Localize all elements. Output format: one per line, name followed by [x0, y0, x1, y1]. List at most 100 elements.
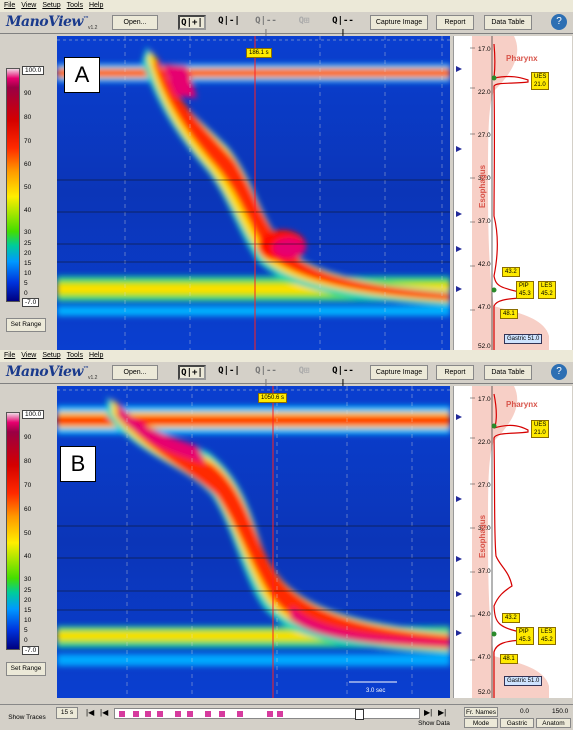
- set-range-button[interactable]: Set Range: [6, 662, 46, 676]
- interval-button[interactable]: 15 s: [56, 707, 78, 719]
- menu-file[interactable]: File: [4, 0, 15, 12]
- zoom-box-icon[interactable]: Q⊞: [292, 15, 316, 30]
- event-marker[interactable]: [187, 711, 193, 717]
- anatomy-sidebar: 17.0 22.0 27.0 32.0 37.0 42.0 47.0 52.0 …: [453, 386, 572, 698]
- event-marker[interactable]: [219, 711, 225, 717]
- panel-label: A: [64, 57, 100, 93]
- timeline-track[interactable]: [114, 708, 420, 720]
- event-marker[interactable]: [205, 711, 211, 717]
- color-scale-tick: 80: [24, 458, 32, 465]
- ues-marker[interactable]: UES 21.0: [531, 72, 550, 90]
- pressure-topography-plot[interactable]: [57, 386, 450, 698]
- zoom-fit-icon[interactable]: Q|--|: [330, 15, 356, 39]
- color-scale-max[interactable]: 100.0: [22, 66, 45, 75]
- depth-label: 42.0: [478, 611, 491, 618]
- color-scale-tick: 20: [24, 597, 32, 604]
- color-scale-tick: 60: [24, 161, 32, 168]
- next-frame-icon[interactable]: ▶|: [424, 708, 432, 718]
- zoom-range-icon[interactable]: Q|--|: [253, 15, 279, 39]
- menu-help[interactable]: Help: [89, 350, 103, 362]
- time-cursor-label[interactable]: 1050.6 s: [258, 393, 288, 403]
- gastric-button[interactable]: Gastric: [500, 718, 534, 728]
- zoom-fit-icon[interactable]: Q|--|: [330, 365, 356, 389]
- data-table-button[interactable]: Data Table: [484, 15, 532, 30]
- event-marker[interactable]: [277, 711, 283, 717]
- show-traces-button[interactable]: Show Traces: [6, 713, 48, 725]
- event-marker[interactable]: [267, 711, 273, 717]
- color-scale-min[interactable]: -7.0: [22, 298, 40, 307]
- menu-help[interactable]: Help: [89, 0, 103, 12]
- color-scale-tick: 30: [24, 576, 32, 583]
- menu-tools[interactable]: Tools: [67, 350, 83, 362]
- event-marker[interactable]: [133, 711, 139, 717]
- les-marker[interactable]: LES 45.2: [538, 281, 556, 299]
- color-scale-tick: 25: [24, 587, 32, 594]
- set-range-button[interactable]: Set Range: [6, 318, 46, 332]
- depth-label: 17.0: [478, 396, 491, 403]
- color-scale-tick: 5: [24, 280, 28, 287]
- app-logo: ManoView™: [6, 364, 89, 380]
- depth-label: 52.0: [478, 689, 491, 696]
- color-scale-tick: 50: [24, 530, 32, 537]
- pressure-topography-plot[interactable]: [57, 36, 450, 350]
- help-icon[interactable]: ?: [551, 364, 567, 380]
- color-scale-max[interactable]: 100.0: [22, 410, 45, 419]
- les-marker[interactable]: LES 45.2: [538, 627, 556, 645]
- event-marker[interactable]: [175, 711, 181, 717]
- color-scale-tick: 40: [24, 553, 32, 560]
- mode-button[interactable]: Mode: [464, 718, 498, 728]
- capture-image-button[interactable]: Capture Image: [370, 365, 428, 380]
- timeline-thumb[interactable]: [355, 709, 364, 720]
- capture-image-button[interactable]: Capture Image: [370, 15, 428, 30]
- zoom-out-icon[interactable]: Q|-|: [217, 365, 241, 380]
- menu-view[interactable]: View: [21, 350, 36, 362]
- value-marker[interactable]: 43.2: [502, 267, 520, 277]
- first-frame-icon[interactable]: |◀: [86, 708, 94, 718]
- value-marker[interactable]: 48.1: [500, 654, 518, 664]
- menu-setup[interactable]: Setup: [42, 0, 60, 12]
- open-button[interactable]: Open...: [112, 365, 158, 380]
- report-button[interactable]: Report: [436, 365, 474, 380]
- menu-tools[interactable]: Tools: [67, 0, 83, 12]
- panel-a: File View Setup Tools Help ManoView™ v1.…: [0, 0, 573, 350]
- depth-label: 37.0: [478, 568, 491, 575]
- zoom-in-icon[interactable]: Q|+|: [178, 15, 206, 30]
- value-marker[interactable]: 43.2: [502, 613, 520, 623]
- event-marker[interactable]: [157, 711, 163, 717]
- show-data-button[interactable]: Show Data: [414, 719, 454, 729]
- pip-marker[interactable]: PIP 45.3: [516, 281, 534, 299]
- color-scale-min[interactable]: -7.0: [22, 646, 40, 655]
- value-marker[interactable]: 48.1: [500, 309, 518, 319]
- help-icon[interactable]: ?: [551, 14, 567, 30]
- report-button[interactable]: Report: [436, 15, 474, 30]
- zoom-range-icon[interactable]: Q|--|: [253, 365, 279, 389]
- event-marker[interactable]: [119, 711, 125, 717]
- last-frame-icon[interactable]: ▶|: [438, 708, 446, 718]
- pip-marker[interactable]: PIP 45.3: [516, 627, 534, 645]
- anatomy-button[interactable]: Anatom: [536, 718, 571, 728]
- event-marker[interactable]: [237, 711, 243, 717]
- color-scale-tick: 20: [24, 250, 32, 257]
- color-scale-tick: 15: [24, 607, 32, 614]
- zoom-out-icon[interactable]: Q|-|: [217, 15, 241, 30]
- prev-frame-icon[interactable]: |◀: [100, 708, 108, 718]
- menu-setup[interactable]: Setup: [42, 350, 60, 362]
- fr-names-button[interactable]: Fr. Names: [464, 707, 498, 717]
- color-scale: 100.0 90 80 70 60 50 40 30 25 20 15 10 5…: [4, 66, 50, 308]
- zoom-in-icon[interactable]: Q|+|: [178, 365, 206, 380]
- esophagus-label: Esophagus: [478, 164, 487, 208]
- menu-file[interactable]: File: [4, 350, 15, 362]
- gastric-marker[interactable]: Gastric 51.0: [504, 676, 543, 686]
- gastric-marker[interactable]: Gastric 51.0: [504, 334, 543, 344]
- open-button[interactable]: Open...: [112, 15, 158, 30]
- color-scale-tick: 15: [24, 260, 32, 267]
- menu-view[interactable]: View: [21, 0, 36, 12]
- color-scale-tick: 80: [24, 114, 32, 121]
- event-marker[interactable]: [145, 711, 151, 717]
- esophagus-label: Esophagus: [478, 514, 487, 558]
- ues-marker[interactable]: UES 21.0: [531, 420, 550, 438]
- color-scale-tick: 5: [24, 627, 28, 634]
- data-table-button[interactable]: Data Table: [484, 365, 532, 380]
- zoom-box-icon[interactable]: Q⊞: [292, 365, 316, 380]
- time-cursor-label[interactable]: 186.1 s: [246, 48, 272, 58]
